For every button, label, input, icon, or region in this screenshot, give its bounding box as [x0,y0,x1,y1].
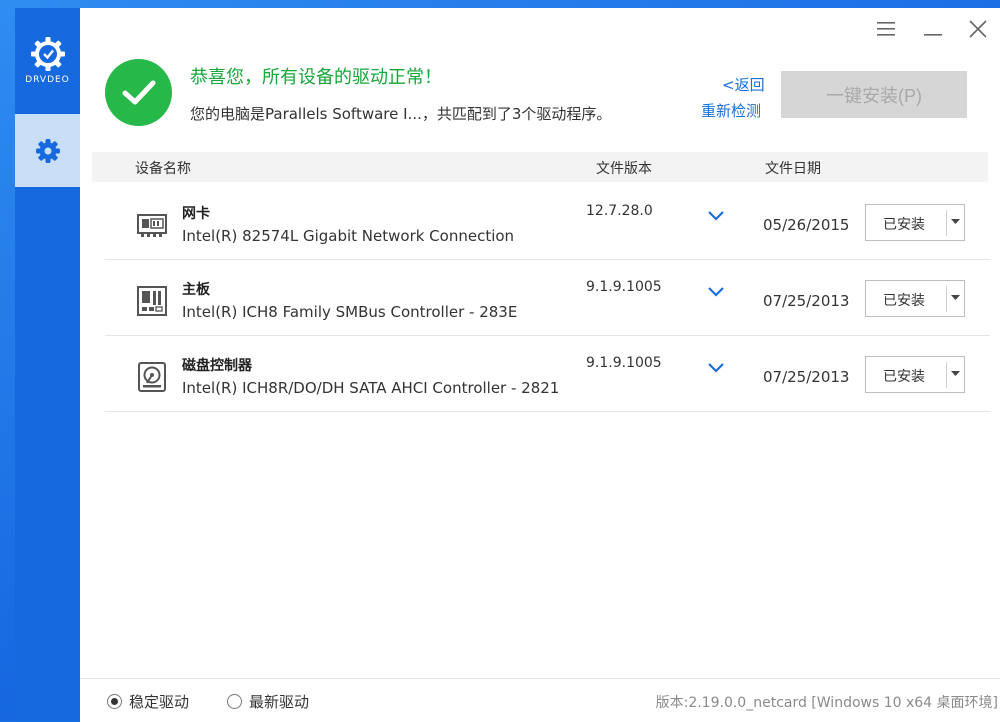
gear-icon [35,138,60,163]
back-link[interactable]: <返回 [722,74,765,95]
driver-manager-window: DRVDEO 恭喜您，所有设备的驱动正常！ 您的电脑是Parallels Sof… [15,8,1000,722]
radio-stable-driver[interactable]: 稳定驱动 [107,691,189,712]
sidebar-item-settings[interactable] [15,114,80,187]
column-file-version: 文件版本 [596,161,652,177]
radio-latest-label: 最新驱动 [249,693,310,711]
install-status-dropdown[interactable]: 已安装 [865,280,965,317]
file-version: 9.1.9.1005 [586,279,662,295]
device-name: Intel(R) ICH8 Family SMBus Controller - … [182,303,518,321]
radio-circle-unchecked [227,694,242,709]
install-status-label: 已安装 [883,369,925,385]
install-status-dropdown[interactable]: 已安装 [865,204,965,241]
dropdown-arrow-icon [951,295,960,300]
device-name: Intel(R) 82574L Gigabit Network Connecti… [182,227,515,245]
radio-latest-driver[interactable]: 最新驱动 [227,691,309,712]
device-category: 网卡 [182,206,210,222]
install-status-dropdown[interactable]: 已安装 [865,356,965,393]
file-date: 05/26/2015 [763,216,850,234]
status-headline: 恭喜您，所有设备的驱动正常！ [190,67,442,88]
table-header: 设备名称 文件版本 文件日期 [92,152,988,182]
logo-gear-icon [30,37,65,71]
close-icon [969,20,987,38]
file-date: 07/25/2013 [763,292,850,310]
device-category: 磁盘控制器 [182,358,252,374]
checkmark-icon [122,80,155,104]
chevron-down-icon[interactable] [708,363,724,373]
logo-text: DRVDEO [25,75,70,85]
success-status-icon [105,59,172,126]
desktop-background-left [0,0,15,721]
status-subtitle: 您的电脑是Parallels Software I...，共匹配到了3个驱动程序… [190,105,612,123]
device-name: Intel(R) ICH8R/DO/DH SATA AHCI Controlle… [182,379,560,397]
disk-controller-icon [138,362,166,392]
footer-bar: 稳定驱动 最新驱动 版本:2.19.0.0_netcard [Windows 1… [80,678,1000,722]
radio-circle-checked [107,694,122,709]
version-info: 版本:2.19.0.0_netcard [Windows 10 x64 桌面环境… [655,695,998,711]
install-status-label: 已安装 [883,217,925,233]
dropdown-separator [946,362,947,388]
column-file-date: 文件日期 [765,161,821,177]
column-device-name: 设备名称 [135,161,191,177]
rescan-link[interactable]: 重新检测 [701,100,761,121]
file-version: 12.7.28.0 [586,203,653,219]
menu-button[interactable] [873,16,899,42]
dropdown-arrow-icon [951,371,960,376]
one-click-install-button[interactable]: 一键安装(P) [781,71,967,118]
dropdown-separator [946,286,947,312]
install-status-label: 已安装 [883,293,925,309]
network-card-icon [137,214,167,237]
close-button[interactable] [965,16,991,42]
minimize-icon [924,34,942,36]
dropdown-separator [946,210,947,236]
hamburger-icon [877,22,895,36]
file-date: 07/25/2013 [763,368,850,386]
table-row: 网卡 Intel(R) 82574L Gigabit Network Conne… [105,184,990,260]
motherboard-icon [137,286,167,316]
chevron-down-icon[interactable] [708,287,724,297]
app-logo: DRVDEO [15,36,80,96]
file-version: 9.1.9.1005 [586,355,662,371]
table-row: 主板 Intel(R) ICH8 Family SMBus Controller… [105,260,990,336]
desktop-background-top [0,0,1000,8]
radio-stable-label: 稳定驱动 [129,693,190,711]
minimize-button[interactable] [920,16,946,42]
sidebar: DRVDEO [15,8,80,721]
main-panel: 恭喜您，所有设备的驱动正常！ 您的电脑是Parallels Software I… [80,8,1000,722]
dropdown-arrow-icon [951,219,960,224]
chevron-down-icon[interactable] [708,211,724,221]
device-category: 主板 [182,282,210,298]
table-row: 磁盘控制器 Intel(R) ICH8R/DO/DH SATA AHCI Con… [105,336,990,412]
